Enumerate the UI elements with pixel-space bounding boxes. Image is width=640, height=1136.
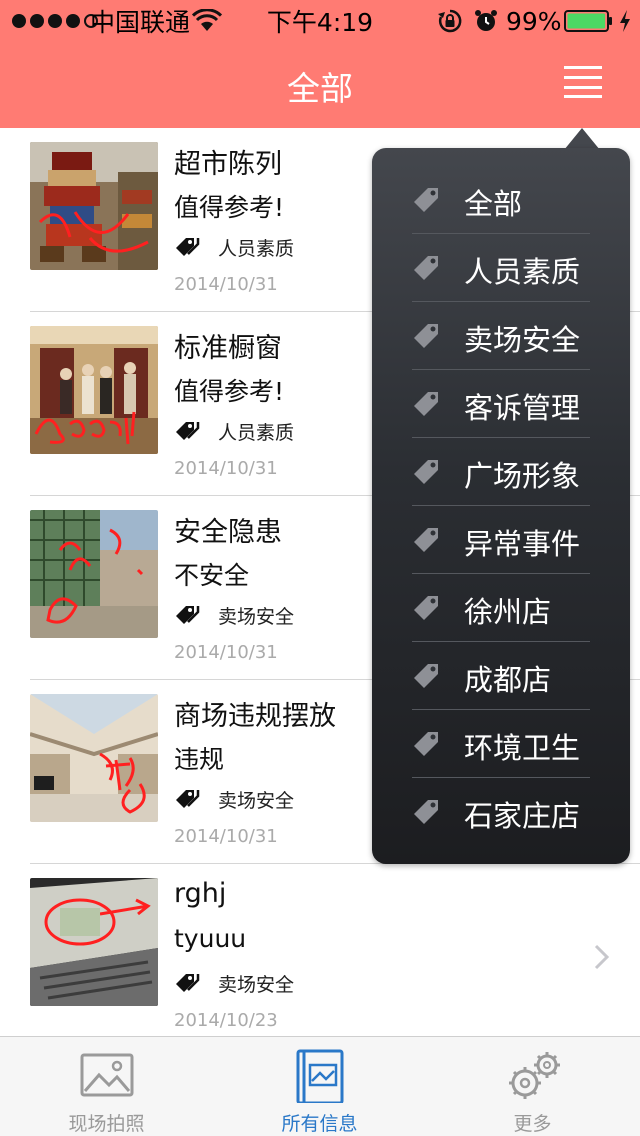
menu-item-label: 全部 [464,187,523,221]
status-bar: 中国联通 下午4:19 99% [0,0,640,40]
construction-photo [30,510,158,638]
book-icon [296,1049,343,1103]
item-subtitle: 不安全 [174,561,250,590]
tab-label: 现场拍照 [68,1113,145,1135]
menu-item-label: 异常事件 [464,527,581,561]
item-date: 2014/10/31 [174,458,278,479]
menu-button[interactable] [556,62,608,102]
item-title: 商场违规摆放 [174,701,336,732]
menu-item-label: 客诉管理 [464,391,581,425]
tag-icon [414,732,438,756]
item-subtitle: 违规 [174,745,225,774]
item-title: 标准橱窗 [174,333,282,364]
item-tag: 卖场安全 [218,790,295,812]
item-tag: 卖场安全 [218,606,295,628]
item-date: 2014/10/31 [174,642,278,663]
dropdown-pointer [564,128,600,150]
item-tag: 人员素质 [218,422,295,444]
tag-icon [414,460,438,484]
category-dropdown: 全部 人员素质 卖场安全 客诉管理 广场形象 异常事件 徐州店 成都店 环境卫生 [372,148,630,864]
item-subtitle: 值得参考! [174,193,285,222]
item-title: 安全隐患 [174,517,282,548]
supermarket-photo [30,142,158,270]
tab-label: 所有信息 [281,1113,358,1135]
charging-bolt-icon [618,5,632,37]
tag-icon [176,238,200,256]
tag-icon [176,974,200,992]
laptop-photo [30,878,158,1006]
header-bar: 中国联通 下午4:19 99% 全部 [0,0,640,128]
tab-more[interactable]: 更多 [426,1037,639,1136]
menu-item-label: 成都店 [464,663,552,697]
menu-item-all[interactable]: 全部 [372,166,630,234]
rotation-lock-icon [437,5,463,37]
menu-item-plaza-image[interactable]: 广场形象 [372,438,630,506]
menu-item-personnel[interactable]: 人员素质 [372,234,630,302]
mall-interior-photo [30,694,158,822]
tag-icon [414,188,438,212]
tag-icon [176,606,200,624]
menu-item-incidents[interactable]: 异常事件 [372,506,630,574]
chevron-right-icon [594,944,610,970]
item-tag: 人员素质 [218,238,295,260]
menu-item-label: 石家庄店 [464,799,581,833]
battery-percent: 99% [506,6,562,36]
item-subtitle: tyuuu [174,924,247,953]
menu-item-sanitation[interactable]: 环境卫生 [372,710,630,778]
window-display-photo [30,326,158,454]
item-date: 2014/10/23 [174,1010,278,1031]
menu-item-complaints[interactable]: 客诉管理 [372,370,630,438]
item-date: 2014/10/31 [174,826,278,847]
item-date: 2014/10/31 [174,274,278,295]
menu-item-shijiazhuang-store[interactable]: 石家庄店 [372,778,630,846]
list-item[interactable]: rghj tyuuu 卖场安全 2014/10/23 [0,864,640,1036]
menu-item-chengdu-store[interactable]: 成都店 [372,642,630,710]
menu-item-label: 卖场安全 [464,323,581,357]
tag-icon [414,256,438,280]
tag-icon [414,596,438,620]
tab-label: 更多 [513,1113,552,1135]
menu-icon [564,66,602,69]
tag-icon [414,664,438,688]
tag-icon [414,800,438,824]
tag-icon [176,790,200,808]
tag-icon [414,324,438,348]
tag-icon [414,392,438,416]
menu-item-label: 环境卫生 [464,731,581,765]
photo-icon [80,1053,133,1097]
gears-icon [508,1052,560,1099]
tab-all-info[interactable]: 所有信息 [213,1037,426,1136]
item-title: 超市陈列 [174,149,282,180]
battery-icon [564,5,614,37]
item-tag: 卖场安全 [218,974,295,996]
menu-item-store-safety[interactable]: 卖场安全 [372,302,630,370]
menu-item-xuzhou-store[interactable]: 徐州店 [372,574,630,642]
menu-item-label: 人员素质 [464,255,581,289]
tab-bar: 现场拍照 所有信息 更多 [0,1036,640,1136]
alarm-icon [474,5,498,37]
menu-item-label: 广场形象 [464,459,581,493]
item-subtitle: 值得参考! [174,377,285,406]
item-title: rghj [174,878,227,909]
tag-icon [176,422,200,440]
tag-icon [414,528,438,552]
tab-photo[interactable]: 现场拍照 [0,1037,213,1136]
page-title: 全部 [287,69,353,108]
menu-item-label: 徐州店 [464,595,552,629]
